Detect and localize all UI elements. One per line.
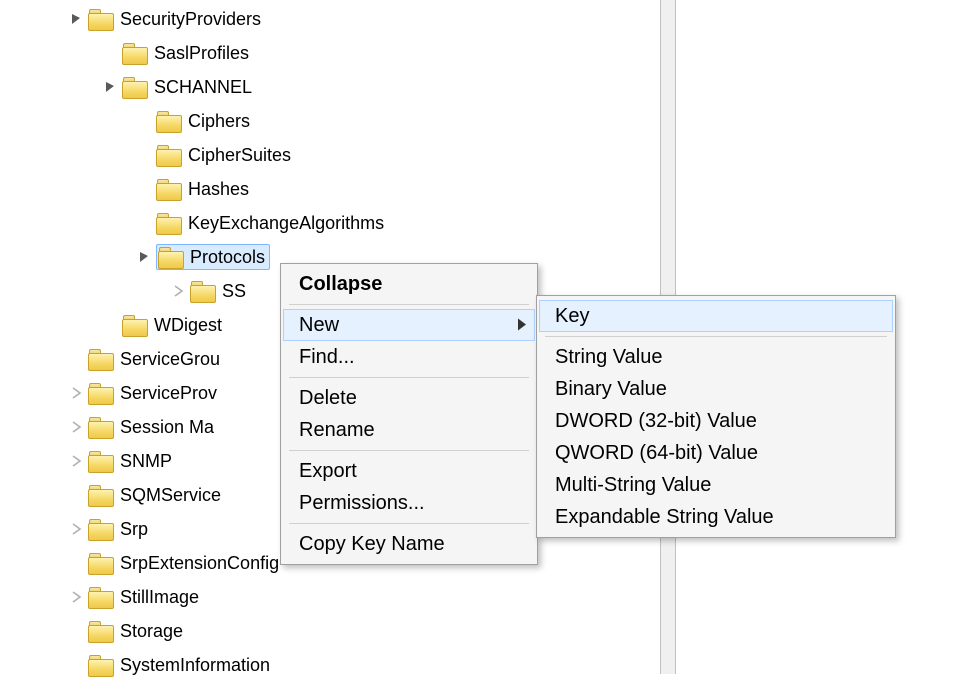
tree-node-saslprofiles[interactable]: SaslProfiles bbox=[0, 36, 660, 70]
tree-label: SaslProfiles bbox=[154, 43, 249, 64]
tree-label: Protocols bbox=[190, 247, 265, 268]
menu-separator bbox=[545, 336, 887, 337]
folder-icon bbox=[156, 178, 182, 200]
menu-label: QWORD (64-bit) Value bbox=[555, 442, 758, 465]
tree-label: SrpExtensionConfig bbox=[120, 553, 279, 574]
menu-item-copykeyname[interactable]: Copy Key Name bbox=[283, 528, 535, 560]
menu-item-export[interactable]: Export bbox=[283, 455, 535, 487]
tree-label: Storage bbox=[120, 621, 183, 642]
context-submenu-new: Key String Value Binary Value DWORD (32-… bbox=[536, 295, 896, 538]
folder-icon bbox=[156, 144, 182, 166]
folder-icon bbox=[88, 382, 114, 404]
menu-label: Export bbox=[299, 460, 357, 483]
tree-label: Srp bbox=[120, 519, 148, 540]
folder-icon bbox=[158, 246, 184, 268]
expand-arrow-icon[interactable] bbox=[68, 384, 86, 402]
tree-label: SystemInformation bbox=[120, 655, 270, 676]
menu-item-qword-value[interactable]: QWORD (64-bit) Value bbox=[539, 437, 893, 469]
tree-node-schannel[interactable]: SCHANNEL bbox=[0, 70, 660, 104]
folder-icon bbox=[88, 518, 114, 540]
tree-label: WDigest bbox=[154, 315, 222, 336]
tree-label: KeyExchangeAlgorithms bbox=[188, 213, 384, 234]
tree-node-keyexchange[interactable]: KeyExchangeAlgorithms bbox=[0, 206, 660, 240]
menu-label: Binary Value bbox=[555, 378, 667, 401]
tree-label: SS bbox=[222, 281, 246, 302]
folder-icon bbox=[88, 654, 114, 676]
folder-icon bbox=[122, 76, 148, 98]
folder-icon bbox=[156, 212, 182, 234]
menu-item-new[interactable]: New bbox=[283, 309, 535, 341]
tree-label: ServiceGrou bbox=[120, 349, 220, 370]
folder-icon bbox=[88, 8, 114, 30]
menu-separator bbox=[289, 304, 529, 305]
folder-icon bbox=[122, 42, 148, 64]
tree-node-stillimage[interactable]: StillImage bbox=[0, 580, 660, 614]
tree-node-hashes[interactable]: Hashes bbox=[0, 172, 660, 206]
expand-arrow-icon[interactable] bbox=[170, 282, 188, 300]
menu-item-rename[interactable]: Rename bbox=[283, 414, 535, 446]
collapse-arrow-icon[interactable] bbox=[102, 78, 120, 96]
menu-item-key[interactable]: Key bbox=[539, 300, 893, 332]
tree-label: Session Ma bbox=[120, 417, 214, 438]
folder-icon bbox=[88, 620, 114, 642]
tree-node-storage[interactable]: Storage bbox=[0, 614, 660, 648]
menu-item-multistring-value[interactable]: Multi-String Value bbox=[539, 469, 893, 501]
menu-item-collapse[interactable]: Collapse bbox=[283, 268, 535, 300]
tree-node-ciphersuites[interactable]: CipherSuites bbox=[0, 138, 660, 172]
folder-icon bbox=[88, 450, 114, 472]
expand-arrow-icon[interactable] bbox=[68, 520, 86, 538]
folder-icon bbox=[156, 110, 182, 132]
menu-item-dword-value[interactable]: DWORD (32-bit) Value bbox=[539, 405, 893, 437]
tree-label: StillImage bbox=[120, 587, 199, 608]
folder-icon bbox=[88, 484, 114, 506]
menu-label: Copy Key Name bbox=[299, 533, 445, 556]
tree-label: SQMService bbox=[120, 485, 221, 506]
menu-label: Collapse bbox=[299, 273, 382, 296]
menu-label: Find... bbox=[299, 346, 355, 369]
menu-label: DWORD (32-bit) Value bbox=[555, 410, 757, 433]
menu-item-expandablestring-value[interactable]: Expandable String Value bbox=[539, 501, 893, 533]
menu-label: Multi-String Value bbox=[555, 474, 711, 497]
menu-label: Expandable String Value bbox=[555, 506, 774, 529]
menu-separator bbox=[289, 523, 529, 524]
expand-arrow-icon[interactable] bbox=[68, 418, 86, 436]
menu-item-permissions[interactable]: Permissions... bbox=[283, 487, 535, 519]
tree-node-ciphers[interactable]: Ciphers bbox=[0, 104, 660, 138]
menu-item-find[interactable]: Find... bbox=[283, 341, 535, 373]
collapse-arrow-icon[interactable] bbox=[68, 10, 86, 28]
folder-icon bbox=[88, 586, 114, 608]
menu-item-delete[interactable]: Delete bbox=[283, 382, 535, 414]
submenu-arrow-icon bbox=[518, 314, 526, 337]
folder-icon bbox=[190, 280, 216, 302]
tree-label: CipherSuites bbox=[188, 145, 291, 166]
menu-label: Rename bbox=[299, 419, 375, 442]
expand-arrow-icon[interactable] bbox=[68, 588, 86, 606]
tree-node-securityproviders[interactable]: SecurityProviders bbox=[0, 2, 660, 36]
context-menu: Collapse New Find... Delete Rename Expor… bbox=[280, 263, 538, 565]
menu-label: Key bbox=[555, 305, 589, 328]
expand-arrow-icon[interactable] bbox=[68, 452, 86, 470]
menu-label: String Value bbox=[555, 346, 662, 369]
menu-label: New bbox=[299, 314, 339, 337]
folder-icon bbox=[122, 314, 148, 336]
folder-icon bbox=[88, 416, 114, 438]
folder-icon bbox=[88, 348, 114, 370]
tree-label: SecurityProviders bbox=[120, 9, 261, 30]
menu-label: Permissions... bbox=[299, 492, 425, 515]
tree-label: ServiceProv bbox=[120, 383, 217, 404]
menu-item-string-value[interactable]: String Value bbox=[539, 341, 893, 373]
tree-node-systeminformation[interactable]: SystemInformation bbox=[0, 648, 660, 682]
tree-label: SCHANNEL bbox=[154, 77, 252, 98]
folder-icon bbox=[88, 552, 114, 574]
collapse-arrow-icon[interactable] bbox=[136, 248, 154, 266]
menu-label: Delete bbox=[299, 387, 357, 410]
tree-label: Ciphers bbox=[188, 111, 250, 132]
menu-separator bbox=[289, 450, 529, 451]
tree-label: Hashes bbox=[188, 179, 249, 200]
menu-separator bbox=[289, 377, 529, 378]
tree-label: SNMP bbox=[120, 451, 172, 472]
menu-item-binary-value[interactable]: Binary Value bbox=[539, 373, 893, 405]
